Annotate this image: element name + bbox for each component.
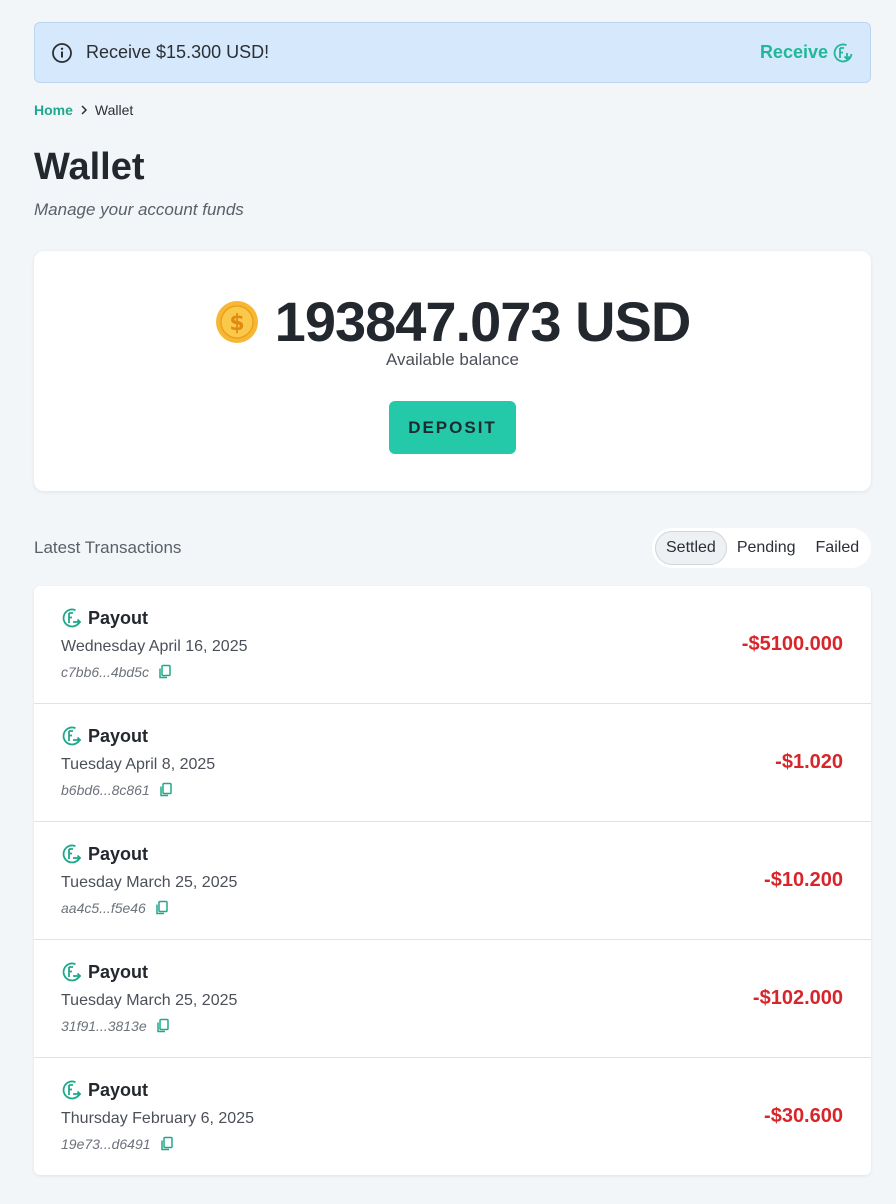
copy-icon[interactable]	[154, 900, 170, 916]
filter-settled[interactable]: Settled	[655, 531, 727, 565]
transaction-type: Payout	[61, 843, 148, 865]
transaction-date: Tuesday March 25, 2025	[61, 992, 238, 1009]
page-title: Wallet	[34, 146, 145, 188]
transactions-heading: Latest Transactions	[34, 538, 182, 557]
balance-card: $ 193847.073 USD Available balance DEPOS…	[34, 251, 871, 491]
filter-failed[interactable]: Failed	[806, 531, 870, 565]
breadcrumb: Home Wallet	[34, 102, 133, 118]
payout-icon	[61, 961, 83, 983]
banner-message: Receive $15.300 USD!	[86, 42, 270, 62]
transaction-item[interactable]: Payout Thursday February 6, 2025 19e73..…	[34, 1058, 871, 1175]
transaction-hash: 31f91...3813e	[61, 1018, 171, 1034]
transaction-type-label: Payout	[88, 725, 149, 746]
transaction-amount: -$30.600	[764, 1105, 843, 1127]
balance-row: $ 193847.073 USD	[34, 289, 871, 354]
transaction-type-label: Payout	[88, 607, 149, 628]
balance-label: Available balance	[386, 350, 519, 369]
transaction-filter-tabs: Settled Pending Failed	[652, 528, 871, 568]
transaction-hash-text: aa4c5...f5e46	[61, 900, 146, 916]
dollar-coin-icon: $	[215, 300, 259, 344]
transaction-amount: -$1.020	[775, 751, 843, 773]
copy-icon[interactable]	[155, 1018, 171, 1034]
transaction-amount: -$5100.000	[741, 633, 843, 655]
transaction-item[interactable]: Payout Wednesday April 16, 2025 c7bb6...…	[34, 586, 871, 704]
transaction-type-label: Payout	[88, 961, 149, 982]
transaction-list: Payout Wednesday April 16, 2025 c7bb6...…	[34, 586, 871, 1175]
transaction-date: Thursday February 6, 2025	[61, 1110, 254, 1127]
transaction-date: Wednesday April 16, 2025	[61, 638, 248, 655]
breadcrumb-home-link[interactable]: Home	[34, 102, 73, 118]
transaction-item[interactable]: Payout Tuesday April 8, 2025 b6bd6...8c8…	[34, 704, 871, 822]
transaction-hash-text: 31f91...3813e	[61, 1018, 147, 1034]
transaction-type: Payout	[61, 961, 148, 983]
info-circle-icon	[51, 42, 73, 64]
transaction-type: Payout	[61, 607, 148, 629]
transaction-type: Payout	[61, 1079, 148, 1101]
payout-icon	[61, 1079, 83, 1101]
payout-icon	[61, 725, 83, 747]
transaction-hash-text: 19e73...d6491	[61, 1136, 151, 1152]
copy-icon[interactable]	[158, 782, 174, 798]
transaction-item[interactable]: Payout Tuesday March 25, 2025 aa4c5...f5…	[34, 822, 871, 940]
svg-text:$: $	[229, 311, 244, 336]
filter-pending[interactable]: Pending	[727, 531, 806, 565]
transaction-hash: c7bb6...4bd5c	[61, 664, 173, 680]
chevron-right-icon	[77, 103, 91, 117]
balance-amount: 193847.073 USD	[274, 290, 692, 353]
transaction-type-label: Payout	[88, 843, 149, 864]
payout-icon	[61, 843, 83, 865]
transaction-hash: aa4c5...f5e46	[61, 900, 170, 916]
transaction-type-label: Payout	[88, 1079, 149, 1100]
copy-icon[interactable]	[157, 664, 173, 680]
transaction-type: Payout	[61, 725, 148, 747]
transaction-hash-text: b6bd6...8c861	[61, 782, 150, 798]
transaction-hash: 19e73...d6491	[61, 1136, 175, 1152]
deposit-button[interactable]: DEPOSIT	[389, 401, 516, 454]
transaction-date: Tuesday March 25, 2025	[61, 874, 238, 891]
copy-icon[interactable]	[159, 1136, 175, 1152]
transaction-hash-text: c7bb6...4bd5c	[61, 664, 149, 680]
transaction-amount: -$10.200	[764, 869, 843, 891]
page-subtitle: Manage your account funds	[34, 200, 244, 219]
transaction-item[interactable]: Payout Tuesday March 25, 2025 31f91...38…	[34, 940, 871, 1058]
receive-label: Receive	[759, 42, 828, 62]
payout-icon	[61, 607, 83, 629]
breadcrumb-current: Wallet	[94, 102, 134, 118]
receive-icon	[832, 42, 854, 64]
info-banner: Receive $15.300 USD! Receive	[34, 22, 871, 83]
transaction-amount: -$102.000	[752, 987, 843, 1009]
transaction-hash: b6bd6...8c861	[61, 782, 174, 798]
receive-button[interactable]: Receive	[760, 42, 854, 64]
transaction-date: Tuesday April 8, 2025	[61, 756, 216, 773]
